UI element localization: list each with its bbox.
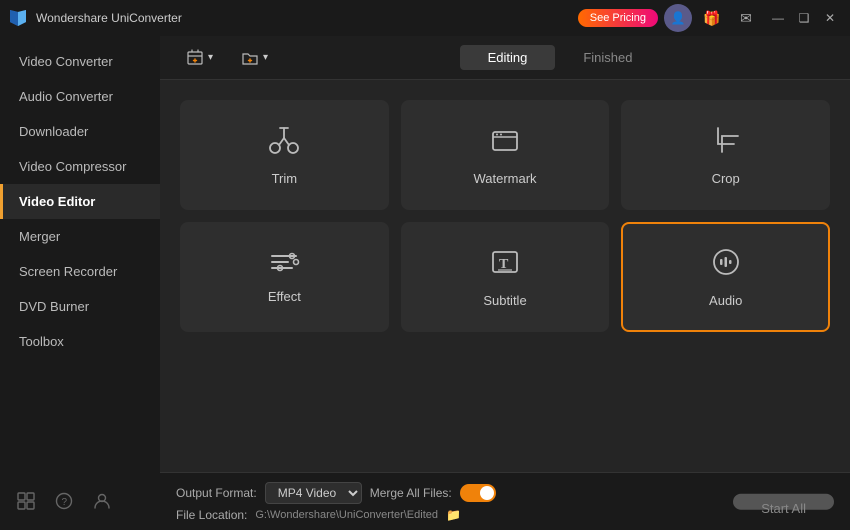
minimize-button[interactable]: — <box>766 6 790 30</box>
titlebar-left: Wondershare UniConverter <box>8 8 182 28</box>
merge-toggle[interactable] <box>460 484 496 502</box>
app-title: Wondershare UniConverter <box>36 11 182 25</box>
window-controls: — ❑ ✕ <box>766 6 842 30</box>
cards-row-2: Effect T Subtitle <box>180 222 830 332</box>
restore-button[interactable]: ❑ <box>792 6 816 30</box>
subtitle-icon: T <box>489 246 521 283</box>
tabs-container: Editing Finished <box>286 45 834 70</box>
bottom-row-location: File Location: G:\Wondershare\UniConvert… <box>176 508 834 522</box>
sidebar-bottom-icons: ? <box>0 472 160 530</box>
add-folder-icon <box>241 49 259 67</box>
sidebar-item-video-compressor[interactable]: Video Compressor <box>0 149 160 184</box>
card-effect-label: Effect <box>268 289 301 304</box>
card-watermark[interactable]: Watermark <box>401 100 610 210</box>
titlebar: Wondershare UniConverter See Pricing 👤 🎁… <box>0 0 850 36</box>
add-files-icon <box>186 49 204 67</box>
help-icon[interactable]: ? <box>50 487 78 515</box>
card-effect[interactable]: Effect <box>180 222 389 332</box>
gift-icon[interactable]: 🎁 <box>698 4 726 32</box>
sidebar-item-screen-recorder[interactable]: Screen Recorder <box>0 254 160 289</box>
effect-icon <box>268 250 300 279</box>
main-layout: Video Converter Audio Converter Download… <box>0 36 850 530</box>
sidebar: Video Converter Audio Converter Download… <box>0 36 160 530</box>
card-audio-label: Audio <box>709 293 742 308</box>
watermark-icon <box>489 124 521 161</box>
card-trim-label: Trim <box>272 171 298 186</box>
card-trim[interactable]: Trim <box>180 100 389 210</box>
tab-editing[interactable]: Editing <box>460 45 556 70</box>
sidebar-item-merger[interactable]: Merger <box>0 219 160 254</box>
pricing-button[interactable]: See Pricing <box>578 9 658 27</box>
card-audio[interactable]: Audio <box>621 222 830 332</box>
cards-area: Trim Watermark <box>160 80 850 472</box>
output-format-label: Output Format: <box>176 486 257 500</box>
sidebar-item-dvd-burner[interactable]: DVD Burner <box>0 289 160 324</box>
app-icon <box>8 8 28 28</box>
sidebar-item-downloader[interactable]: Downloader <box>0 114 160 149</box>
merge-label: Merge All Files: <box>370 486 452 500</box>
profile-icon[interactable] <box>88 487 116 515</box>
layout-icon[interactable] <box>12 487 40 515</box>
user-avatar-icon[interactable]: 👤 <box>664 4 692 32</box>
output-format-select[interactable]: MP4 Video <box>265 482 362 504</box>
card-crop-label: Crop <box>712 171 740 186</box>
file-location-label: File Location: <box>176 508 247 522</box>
add-files-chevron: ▾ <box>208 52 213 63</box>
file-path: G:\Wondershare\UniConverter\Edited <box>255 509 438 521</box>
audio-icon <box>710 246 742 283</box>
sidebar-item-video-editor[interactable]: Video Editor <box>0 184 160 219</box>
card-crop[interactable]: Crop <box>621 100 830 210</box>
toolbar: ▾ ▾ Editing Finished <box>160 36 850 80</box>
svg-text:?: ? <box>62 497 68 508</box>
bottom-bar: Output Format: MP4 Video Merge All Files… <box>160 472 850 530</box>
browse-folder-icon[interactable]: 📁 <box>446 508 461 522</box>
card-watermark-label: Watermark <box>473 171 536 186</box>
tab-finished[interactable]: Finished <box>555 45 660 70</box>
close-button[interactable]: ✕ <box>818 6 842 30</box>
cards-row-1: Trim Watermark <box>180 100 830 210</box>
start-all-button[interactable]: Start All <box>733 493 834 510</box>
mail-icon[interactable]: ✉ <box>732 4 760 32</box>
content-area: ▾ ▾ Editing Finished <box>160 36 850 530</box>
sidebar-item-toolbox[interactable]: Toolbox <box>0 324 160 359</box>
scissors-icon <box>266 124 302 161</box>
titlebar-right: See Pricing 👤 🎁 ✉ — ❑ ✕ <box>578 4 842 32</box>
crop-icon <box>710 124 742 161</box>
add-folder-button[interactable]: ▾ <box>231 45 278 71</box>
add-folder-chevron: ▾ <box>263 52 268 63</box>
card-subtitle[interactable]: T Subtitle <box>401 222 610 332</box>
card-subtitle-label: Subtitle <box>483 293 526 308</box>
sidebar-item-audio-converter[interactable]: Audio Converter <box>0 79 160 114</box>
sidebar-item-video-converter[interactable]: Video Converter <box>0 44 160 79</box>
add-files-button[interactable]: ▾ <box>176 45 223 71</box>
